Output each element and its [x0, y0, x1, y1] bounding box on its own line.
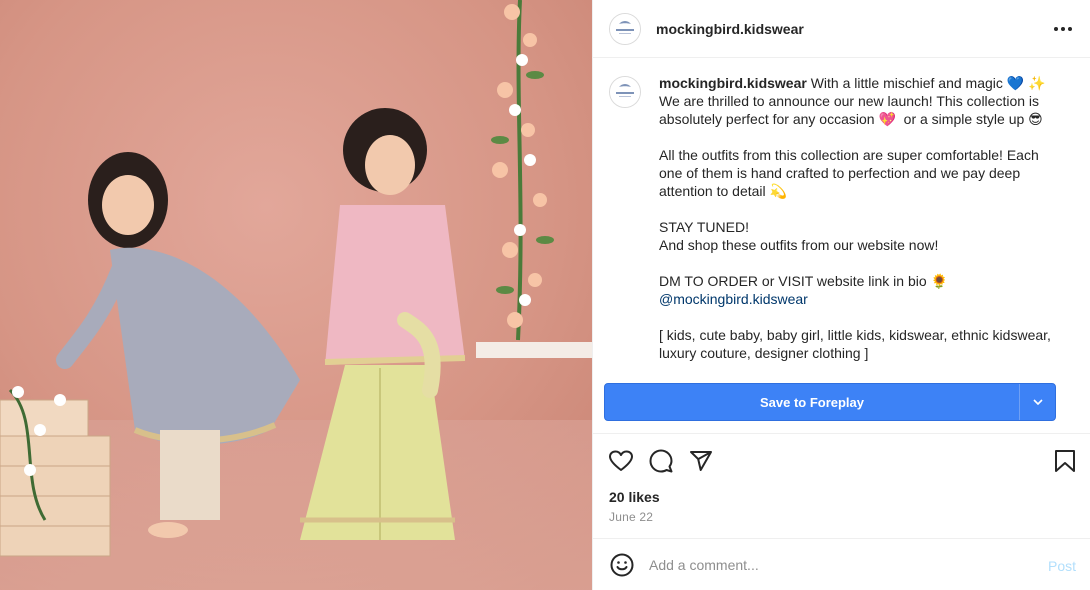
- save-to-foreplay-bar: Save to Foreplay: [604, 383, 1056, 421]
- emoji-icon[interactable]: [609, 552, 635, 578]
- save-to-foreplay-button[interactable]: Save to Foreplay: [605, 384, 1019, 420]
- caption-avatar[interactable]: [609, 76, 641, 108]
- profile-avatar[interactable]: [609, 12, 641, 45]
- post-author-username[interactable]: mockingbird.kidswear: [656, 21, 804, 37]
- bookmark-icon[interactable]: [1051, 447, 1079, 475]
- comment-input[interactable]: [649, 556, 1029, 573]
- post-caption: mockingbird.kidswear With a little misch…: [593, 58, 1090, 376]
- caption-line: DM TO ORDER or VISIT website link in bio…: [659, 273, 948, 289]
- chevron-down-icon: [1032, 399, 1043, 405]
- caption-line: We are thrilled to announce our new laun…: [659, 93, 1043, 127]
- divider: [593, 433, 1090, 434]
- caption-line: STAY TUNED!: [659, 219, 749, 235]
- post-comment-button[interactable]: Post: [1048, 558, 1076, 574]
- caption-line: All the outfits from this collection are…: [659, 147, 1043, 199]
- caption-mention-link[interactable]: @mockingbird.kidswear: [659, 291, 808, 307]
- comment-bar: Post: [593, 538, 1090, 590]
- mockingbird-logo-icon: [610, 77, 640, 107]
- caption-text: mockingbird.kidswear With a little misch…: [659, 74, 1059, 376]
- comment-icon[interactable]: [647, 447, 675, 475]
- post-image[interactable]: [0, 0, 592, 590]
- post-actions: [593, 444, 1090, 476]
- caption-username[interactable]: mockingbird.kidswear: [659, 75, 807, 91]
- save-dropdown-button[interactable]: [1019, 384, 1055, 420]
- heart-icon[interactable]: [607, 447, 635, 475]
- caption-line: With a little mischief and magic 💙 ✨: [806, 75, 1046, 91]
- more-options-icon[interactable]: [1051, 18, 1075, 40]
- share-icon[interactable]: [687, 447, 715, 475]
- post-header: mockingbird.kidswear: [593, 0, 1090, 58]
- mockingbird-logo-icon: [610, 13, 640, 44]
- post-date[interactable]: June 22: [609, 510, 653, 524]
- post-details-panel: mockingbird.kidswear mockingbird.kidswea…: [592, 0, 1090, 590]
- caption-line: [ kids, cute baby, baby girl, little kid…: [659, 327, 1055, 361]
- likes-count[interactable]: 20 likes: [609, 489, 660, 505]
- caption-line: And shop these outfits from our website …: [659, 237, 939, 253]
